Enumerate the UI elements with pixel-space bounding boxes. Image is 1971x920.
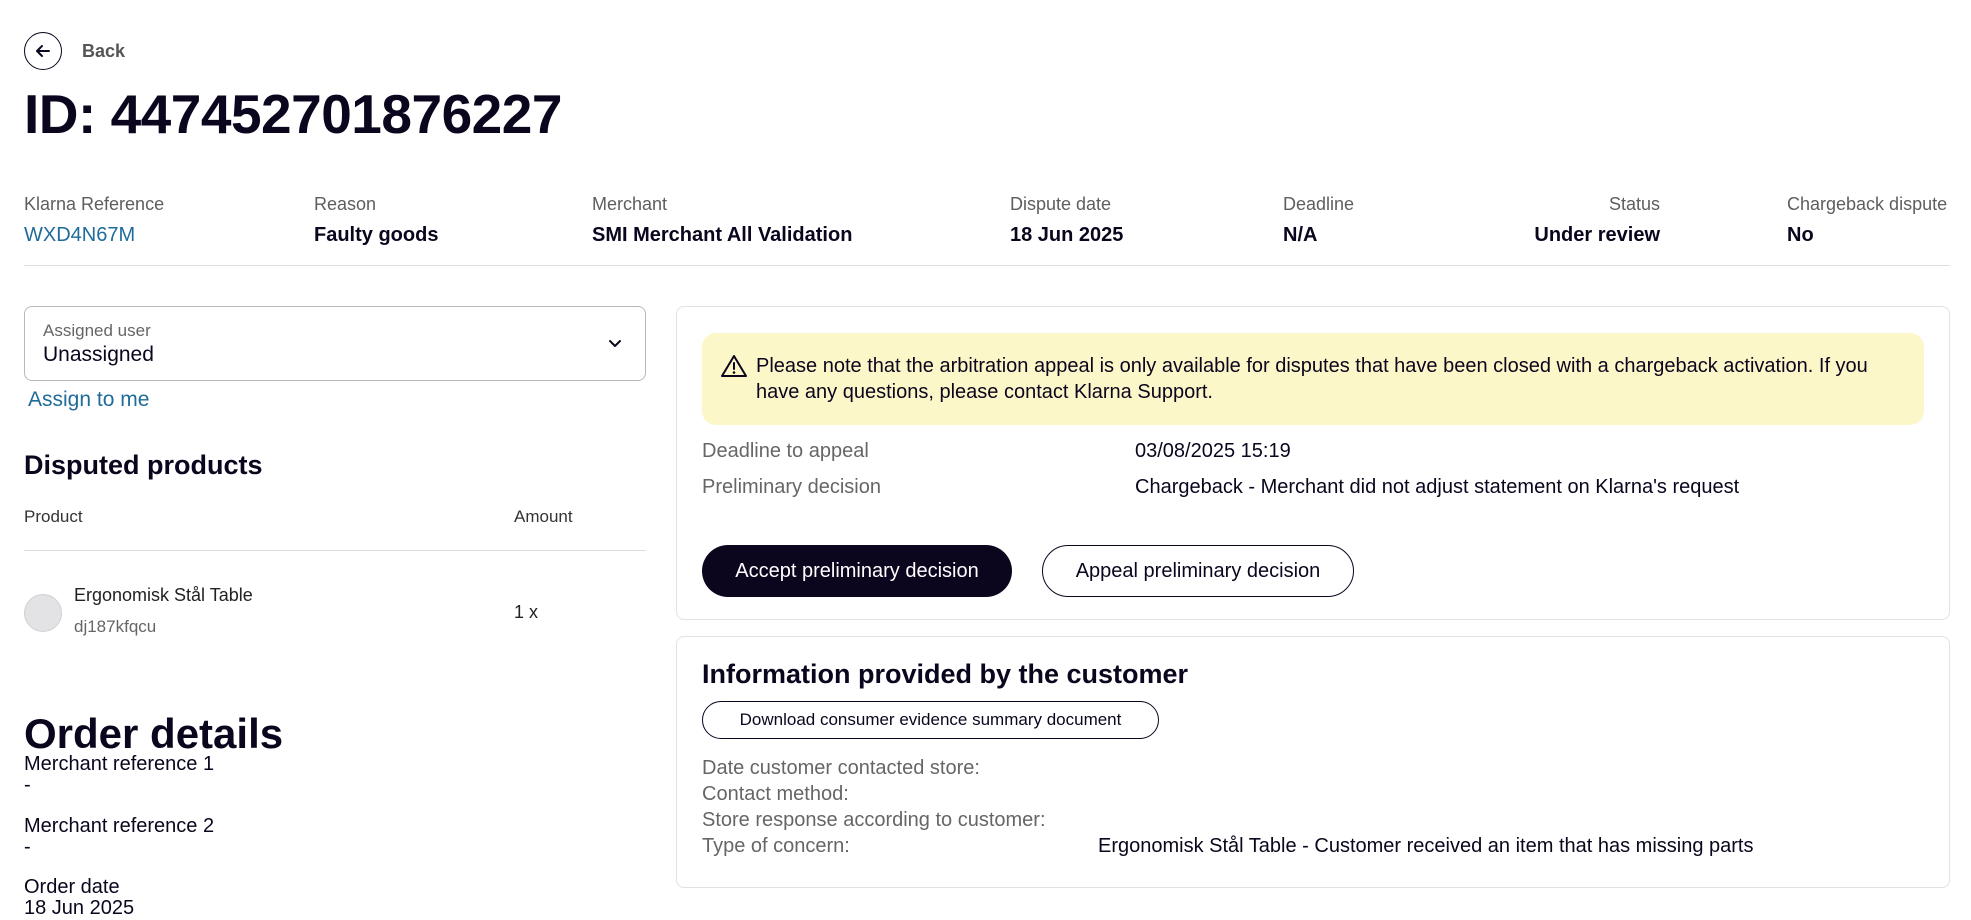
status-value: Under review bbox=[1534, 224, 1660, 246]
order-date-label: Order date bbox=[24, 876, 120, 898]
warning-triangle-icon bbox=[720, 353, 748, 386]
assigned-user-select[interactable]: Assigned user Unassigned bbox=[24, 306, 646, 381]
merchant-value: SMI Merchant All Validation bbox=[592, 224, 853, 246]
store-response-label: Store response according to customer: bbox=[702, 809, 1046, 831]
arbitration-notice: Please note that the arbitration appeal … bbox=[702, 333, 1924, 425]
notice-text: Please note that the arbitration appeal … bbox=[756, 355, 1868, 403]
merchant-reference-2-value: - bbox=[24, 836, 31, 858]
table-divider bbox=[24, 550, 646, 551]
reason-value: Faulty goods bbox=[314, 224, 439, 246]
summary-deadline: Deadline N/A bbox=[1283, 194, 1354, 247]
merchant-reference-1-value: - bbox=[24, 774, 31, 796]
column-header-amount: Amount bbox=[514, 507, 573, 526]
date-contacted-label: Date customer contacted store: bbox=[702, 757, 980, 779]
summary-dispute-date: Dispute date 18 Jun 2025 bbox=[1010, 194, 1123, 247]
summary-klarna-reference: Klarna Reference WXD4N67M bbox=[24, 194, 164, 247]
preliminary-decision-label: Preliminary decision bbox=[702, 476, 881, 498]
klarna-reference-link[interactable]: WXD4N67M bbox=[24, 224, 164, 247]
assigned-user-value: Unassigned bbox=[43, 343, 154, 366]
order-date-value: 18 Jun 2025 bbox=[24, 897, 135, 919]
type-of-concern-label: Type of concern: bbox=[702, 835, 850, 857]
preliminary-decision-value: Chargeback - Merchant did not adjust sta… bbox=[1135, 476, 1740, 498]
summary-status: Status Under review bbox=[1504, 194, 1660, 247]
summary-chargeback-dispute: Chargeback dispute No bbox=[1787, 194, 1947, 247]
merchant-reference-1-label: Merchant reference 1 bbox=[24, 753, 215, 775]
appeal-preliminary-decision-button[interactable]: Appeal preliminary decision bbox=[1042, 545, 1354, 597]
product-amount: 1 x bbox=[514, 602, 539, 622]
product-sku: dj187kfqcu bbox=[74, 617, 157, 636]
back-button[interactable]: Back bbox=[24, 32, 125, 70]
chevron-down-icon bbox=[607, 335, 623, 356]
customer-information-card: Information provided by the customer Dow… bbox=[676, 636, 1950, 888]
column-header-product: Product bbox=[24, 507, 83, 526]
deadline-to-appeal-value: 03/08/2025 15:19 bbox=[1135, 440, 1291, 462]
download-evidence-button[interactable]: Download consumer evidence summary docum… bbox=[702, 701, 1159, 739]
merchant-label: Merchant bbox=[592, 194, 668, 214]
arrow-left-icon bbox=[24, 32, 62, 70]
assigned-user-label: Assigned user bbox=[43, 321, 151, 340]
type-of-concern-value: Ergonomisk Stål Table - Customer receive… bbox=[1098, 835, 1754, 857]
klarna-reference-label: Klarna Reference bbox=[24, 194, 165, 214]
dispute-date-value: 18 Jun 2025 bbox=[1010, 224, 1124, 246]
merchant-reference-2-label: Merchant reference 2 bbox=[24, 815, 215, 837]
product-avatar bbox=[24, 594, 62, 632]
accept-preliminary-decision-button[interactable]: Accept preliminary decision bbox=[702, 545, 1012, 597]
summary-reason: Reason Faulty goods bbox=[314, 194, 438, 247]
page-title: ID: 447452701876227 bbox=[24, 83, 562, 145]
deadline-to-appeal-label: Deadline to appeal bbox=[702, 440, 869, 462]
reason-label: Reason bbox=[314, 194, 377, 214]
preliminary-decision-card: Please note that the arbitration appeal … bbox=[676, 306, 1950, 620]
dispute-summary: Klarna Reference WXD4N67M Reason Faulty … bbox=[24, 194, 1950, 266]
chargeback-dispute-value: No bbox=[1787, 224, 1814, 246]
disputed-products-title: Disputed products bbox=[24, 450, 263, 480]
dispute-date-label: Dispute date bbox=[1010, 194, 1112, 214]
customer-info-title: Information provided by the customer bbox=[702, 659, 1189, 689]
order-details-title: Order details bbox=[24, 710, 284, 757]
contact-method-label: Contact method: bbox=[702, 783, 849, 805]
summary-merchant: Merchant SMI Merchant All Validation bbox=[592, 194, 852, 247]
status-label: Status bbox=[1608, 194, 1660, 214]
deadline-label: Deadline bbox=[1283, 194, 1355, 214]
deadline-value: N/A bbox=[1283, 224, 1318, 246]
assign-to-me-link[interactable]: Assign to me bbox=[28, 388, 149, 412]
back-label: Back bbox=[82, 40, 126, 61]
chargeback-dispute-label: Chargeback dispute bbox=[1787, 194, 1948, 214]
product-name: Ergonomisk Stål Table bbox=[74, 585, 253, 605]
